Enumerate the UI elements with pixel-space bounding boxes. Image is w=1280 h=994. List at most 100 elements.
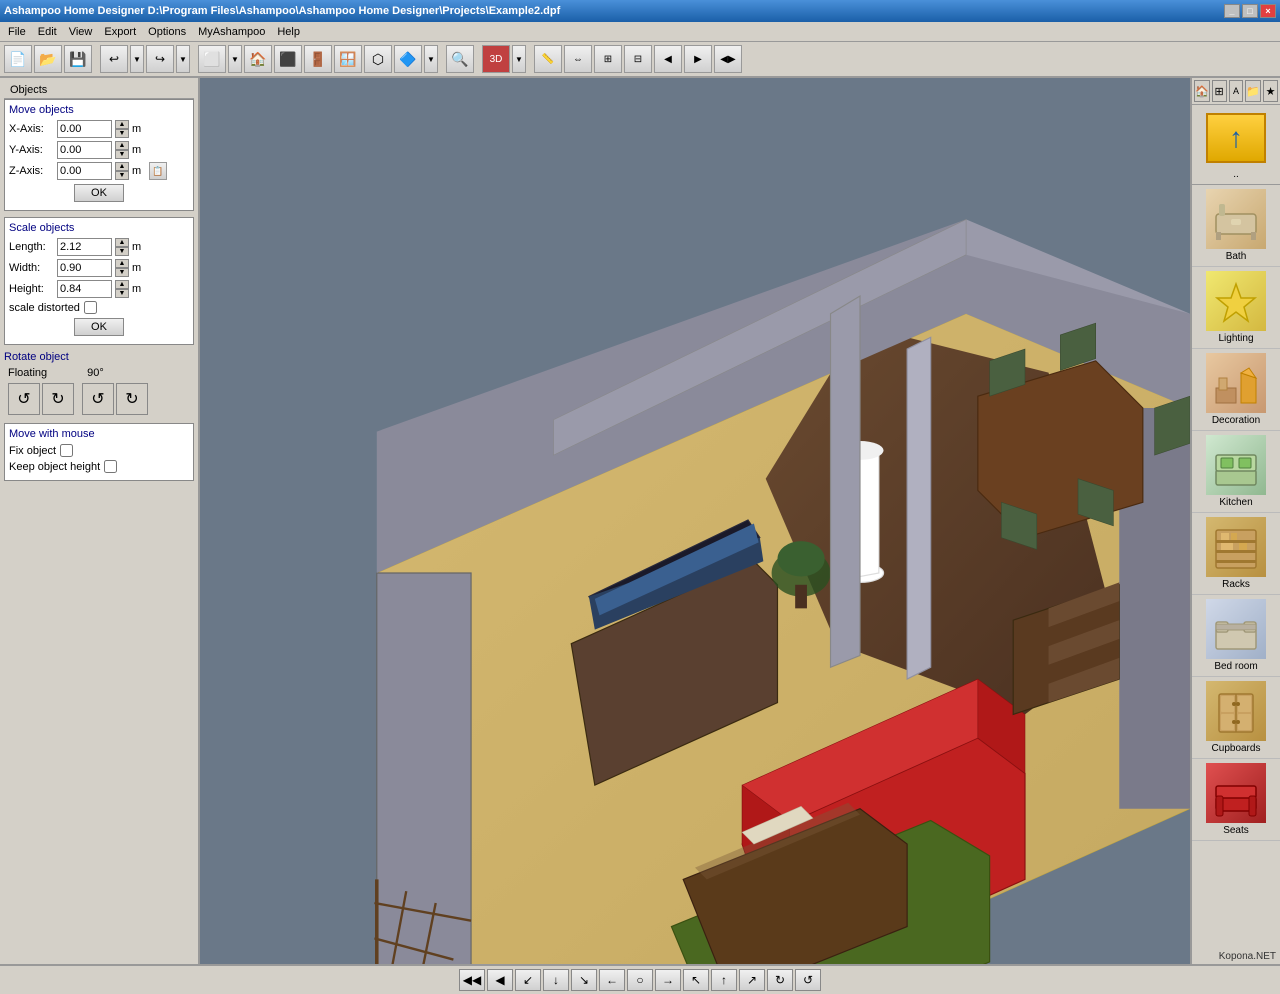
category-seats[interactable]: Seats: [1192, 759, 1280, 841]
nav-se[interactable]: ↘: [571, 969, 597, 991]
rp-star-btn[interactable]: ★: [1263, 80, 1278, 102]
stair-btn[interactable]: ⬡: [364, 45, 392, 73]
window-btn[interactable]: 🪟: [334, 45, 362, 73]
open-btn[interactable]: 📂: [34, 45, 62, 73]
z-axis-input[interactable]: [57, 162, 112, 180]
fix-object-checkbox[interactable]: [60, 444, 73, 457]
viewport-3d[interactable]: [200, 78, 1190, 964]
nav3-btn[interactable]: ◀▶: [714, 45, 742, 73]
roof-dropdown[interactable]: ▼: [424, 45, 438, 73]
select-dropdown[interactable]: ▼: [228, 45, 242, 73]
room-btn[interactable]: ⬛: [274, 45, 302, 73]
cupboards-icon: [1206, 681, 1266, 741]
maximize-btn[interactable]: □: [1242, 4, 1258, 18]
rotate-ccw-btn[interactable]: ↺: [8, 383, 40, 415]
rp-home-btn[interactable]: 🏠: [1194, 80, 1210, 102]
nav-ccw[interactable]: ↺: [795, 969, 821, 991]
category-lighting[interactable]: Lighting: [1192, 267, 1280, 349]
keep-height-label: Keep object height: [9, 461, 100, 473]
nav-left[interactable]: ←: [599, 969, 625, 991]
x-up-btn[interactable]: ▲: [115, 120, 129, 129]
menu-options[interactable]: Options: [142, 24, 192, 40]
close-btn[interactable]: ×: [1260, 4, 1276, 18]
save-btn[interactable]: 💾: [64, 45, 92, 73]
rotate-cw-btn[interactable]: ↻: [42, 383, 74, 415]
category-racks[interactable]: Racks: [1192, 513, 1280, 595]
watermark: Kopona.NET: [1219, 951, 1276, 962]
nav-down[interactable]: ↓: [543, 969, 569, 991]
3d-dropdown[interactable]: ▼: [512, 45, 526, 73]
3d-btn[interactable]: 3D: [482, 45, 510, 73]
x-axis-input[interactable]: [57, 120, 112, 138]
roof-btn[interactable]: 🔷: [394, 45, 422, 73]
select-btn[interactable]: ⬜: [198, 45, 226, 73]
scale-distorted-checkbox[interactable]: [84, 301, 97, 314]
category-decoration[interactable]: Decoration: [1192, 349, 1280, 431]
category-kitchen[interactable]: Kitchen: [1192, 431, 1280, 513]
category-cupboards[interactable]: Cupboards: [1192, 677, 1280, 759]
width-label: Width:: [9, 262, 54, 274]
nav2-btn[interactable]: ▶: [684, 45, 712, 73]
nav-back[interactable]: ◀: [487, 969, 513, 991]
up-dir-btn[interactable]: ↑: [1206, 113, 1266, 163]
height-label: Height:: [9, 283, 54, 295]
length-input[interactable]: [57, 238, 112, 256]
rp-text-btn[interactable]: A: [1229, 80, 1244, 102]
rp-grid-btn[interactable]: ⊞: [1212, 80, 1227, 102]
y-up-btn[interactable]: ▲: [115, 141, 129, 150]
redo-btn[interactable]: ↪: [146, 45, 174, 73]
minimize-btn[interactable]: _: [1224, 4, 1240, 18]
z-extra-btn[interactable]: 📋: [149, 162, 167, 180]
width-input[interactable]: [57, 259, 112, 277]
wid-down-btn[interactable]: ▼: [115, 268, 129, 277]
move-objects-title: Move objects: [9, 104, 189, 116]
nav-up[interactable]: ↑: [711, 969, 737, 991]
len-down-btn[interactable]: ▼: [115, 247, 129, 256]
nav-sw[interactable]: ↙: [515, 969, 541, 991]
nav-right[interactable]: →: [655, 969, 681, 991]
search-btn[interactable]: 🔍: [446, 45, 474, 73]
snap-btn[interactable]: ⊞: [594, 45, 622, 73]
menu-view[interactable]: View: [63, 24, 99, 40]
x-axis-spinner: ▲ ▼: [115, 120, 129, 138]
z-up-btn[interactable]: ▲: [115, 162, 129, 171]
category-bath[interactable]: Bath: [1192, 185, 1280, 267]
menu-file[interactable]: File: [2, 24, 32, 40]
nav-ne[interactable]: ↗: [739, 969, 765, 991]
y-axis-input[interactable]: [57, 141, 112, 159]
nav-cw[interactable]: ↻: [767, 969, 793, 991]
door-btn[interactable]: 🚪: [304, 45, 332, 73]
move-ok-btn[interactable]: OK: [74, 184, 124, 202]
rp-folder-btn[interactable]: 📁: [1245, 80, 1261, 102]
dim-btn[interactable]: ⇔: [564, 45, 592, 73]
hgt-down-btn[interactable]: ▼: [115, 289, 129, 298]
menu-myashampoo[interactable]: MyAshampoo: [192, 24, 271, 40]
menu-export[interactable]: Export: [98, 24, 142, 40]
nav1-btn[interactable]: ◀: [654, 45, 682, 73]
grid-btn[interactable]: ⊟: [624, 45, 652, 73]
hgt-up-btn[interactable]: ▲: [115, 280, 129, 289]
new-btn[interactable]: 📄: [4, 45, 32, 73]
y-down-btn[interactable]: ▼: [115, 150, 129, 159]
wall-btn[interactable]: 🏠: [244, 45, 272, 73]
measure-btn[interactable]: 📏: [534, 45, 562, 73]
nav-center[interactable]: ○: [627, 969, 653, 991]
lighting-icon: [1206, 271, 1266, 331]
rotate-90-cw-btn[interactable]: ↻: [116, 383, 148, 415]
menu-help[interactable]: Help: [271, 24, 306, 40]
scale-ok-btn[interactable]: OK: [74, 318, 124, 336]
wid-up-btn[interactable]: ▲: [115, 259, 129, 268]
z-down-btn[interactable]: ▼: [115, 171, 129, 180]
x-down-btn[interactable]: ▼: [115, 129, 129, 138]
rotate-90-ccw-btn[interactable]: ↺: [82, 383, 114, 415]
len-up-btn[interactable]: ▲: [115, 238, 129, 247]
category-bedroom[interactable]: Bed room: [1192, 595, 1280, 677]
nav-nw[interactable]: ↖: [683, 969, 709, 991]
redo-dropdown[interactable]: ▼: [176, 45, 190, 73]
nav-back-back[interactable]: ◀◀: [459, 969, 485, 991]
height-input[interactable]: [57, 280, 112, 298]
keep-height-checkbox[interactable]: [104, 460, 117, 473]
menu-edit[interactable]: Edit: [32, 24, 63, 40]
undo-btn[interactable]: ↩: [100, 45, 128, 73]
undo-dropdown[interactable]: ▼: [130, 45, 144, 73]
